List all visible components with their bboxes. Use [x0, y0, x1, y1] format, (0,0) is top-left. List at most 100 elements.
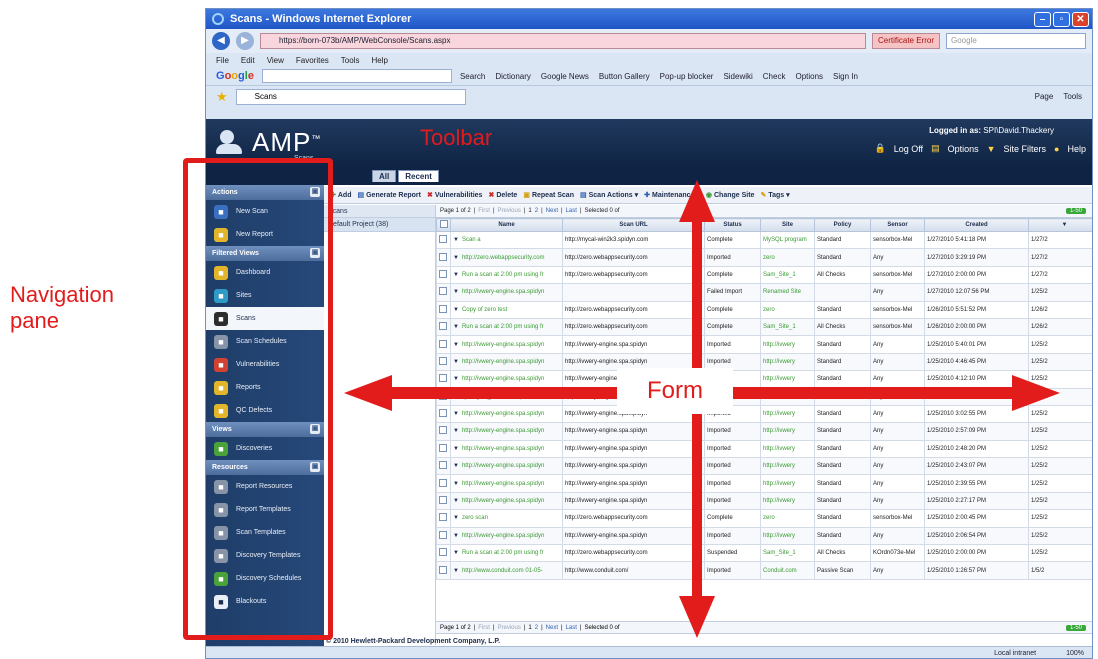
scan-name-link[interactable]: Qa/loguni_>0&#39;&quot;&lt; [462, 394, 540, 400]
table-row[interactable]: ▼ http://ivwery-engine.spa.spidyn http://i… [436, 352, 1092, 372]
row-menu-icon[interactable]: ▼ [453, 463, 459, 469]
pager-page-1[interactable]: 1 [528, 208, 531, 214]
row-checkbox[interactable] [439, 304, 447, 313]
logoff-link[interactable]: Log Off [894, 144, 923, 154]
column-header-name[interactable]: Name [450, 218, 563, 232]
scan-name-link[interactable]: http://ivwery-engine.spa.spidyn [462, 481, 544, 487]
row-checkbox[interactable] [439, 409, 447, 418]
cell-name[interactable]: ▼ http://zero.webappsecurity.com [450, 248, 563, 267]
table-row[interactable]: ▼ http://ivwery-engine.spa.spidyn http://i… [436, 491, 1092, 511]
row-menu-icon[interactable]: ▼ [453, 533, 459, 539]
google-toolbar-button-gallery[interactable]: Button Gallery [599, 72, 650, 81]
close-icon[interactable]: ✕ [1072, 11, 1089, 27]
row-checkbox[interactable] [439, 339, 447, 348]
cell-name[interactable]: ▼ http://ivwery-engine.spa.spidyn [450, 491, 563, 511]
scan-name-link[interactable]: http://ivwery-engine.spa.spidyn [462, 428, 544, 434]
tools-menu[interactable]: Tools [1063, 92, 1082, 101]
google-toolbar-dictionary[interactable]: Dictionary [495, 72, 531, 81]
table-row[interactable]: ▼ http://ivwery-engine.spa.spidyn http://i… [436, 439, 1092, 459]
table-row[interactable]: ▼ http://ivwery-engine.spa.spidyn http://i… [436, 422, 1092, 441]
row-menu-icon[interactable]: ▼ [453, 237, 459, 243]
cell-name[interactable]: ▼ Qa/loguni_>0&#39;&quot;&lt; [450, 387, 563, 406]
table-row[interactable]: ▼ Qa/loguni_>0&#39;&quot;&lt; http://ivwer… [436, 387, 1092, 406]
column-header-policy[interactable]: Policy [814, 218, 871, 232]
menu-favorites[interactable]: Favorites [296, 56, 329, 65]
pager-next[interactable]: Next [546, 625, 558, 631]
table-row[interactable]: ▼ http://ivwery-engine.spa.spidyn http://i… [436, 457, 1092, 476]
table-row[interactable]: ▼ http://ivwery-engine.spa.spidyn http://i… [436, 404, 1092, 424]
row-checkbox[interactable] [439, 461, 447, 470]
row-menu-icon[interactable]: ▼ [453, 307, 459, 313]
column-header-sensor[interactable]: Sensor [870, 218, 925, 232]
maximize-icon[interactable]: ▫ [1053, 11, 1070, 27]
tab-all[interactable]: All [372, 170, 397, 182]
row-checkbox[interactable] [439, 443, 447, 452]
action-add[interactable]: ✚ Add [330, 191, 351, 199]
minimize-icon[interactable]: – [1034, 11, 1051, 27]
row-menu-icon[interactable]: ▼ [453, 498, 459, 504]
scan-name-link[interactable]: zero scan [462, 515, 488, 521]
row-checkbox[interactable] [439, 322, 447, 331]
row-menu-icon[interactable]: ▼ [453, 255, 459, 261]
table-row[interactable]: ▼ http://ivwery-engine.spa.spidyn Failed I… [436, 283, 1092, 302]
scan-name-link[interactable]: http://ivwery-engine.spa.spidyn [462, 463, 544, 469]
table-row[interactable]: ▼ http://ivwery-engine.spa.spidyn http://i… [436, 370, 1092, 389]
cell-name[interactable]: ▼ http://ivwery-engine.spa.spidyn [450, 457, 563, 476]
scan-name-link[interactable]: http://ivwery-engine.spa.spidyn [462, 411, 544, 417]
forward-icon[interactable]: ▶ [236, 32, 254, 50]
google-search-input[interactable] [261, 69, 452, 83]
browser-search-input[interactable]: Google [946, 33, 1086, 49]
select-all-checkbox[interactable] [439, 220, 448, 228]
scan-name-link[interactable]: http://ivwery-engine.spa.spidyn [462, 533, 544, 539]
table-row[interactable]: ▼ http://ivwery-engine.spa.spidyn http://i… [436, 526, 1092, 546]
action-delete[interactable]: ✖ Delete [488, 191, 517, 199]
action-repeat-scan[interactable]: ▣ Repeat Scan [523, 191, 574, 199]
table-row[interactable]: ▼ Run a scan at 2:00 pm using fr http://ze… [436, 317, 1092, 337]
row-menu-icon[interactable]: ▼ [453, 515, 459, 521]
google-toolbar-google-news[interactable]: Google News [541, 72, 589, 81]
scan-name-link[interactable]: Copy of zero test [462, 307, 507, 313]
column-header-sort[interactable]: ▼ [1028, 218, 1092, 232]
scan-name-link[interactable]: http://ivwery-engine.spa.spidyn [462, 342, 544, 348]
scan-name-link[interactable]: http://ivwery-engine.spa.spidyn [462, 359, 544, 365]
scan-name-link[interactable]: http://ivwery-engine.spa.spidyn [462, 498, 544, 504]
table-row[interactable]: ▼ Scan a http://mycal-win2k3.spidyn.com Com… [436, 230, 1092, 250]
action-generate-report[interactable]: ▤ Generate Report [357, 191, 420, 199]
action-tags[interactable]: ✎ Tags ▾ [760, 191, 789, 199]
address-bar[interactable]: https://born-073b/AMP/WebConsole/Scans.a… [260, 33, 866, 49]
row-menu-icon[interactable]: ▼ [453, 272, 459, 278]
table-row[interactable]: ▼ http://zero.webappsecurity.com http://ze… [436, 248, 1092, 267]
row-checkbox[interactable] [439, 391, 447, 400]
google-toolbar-sidewiki[interactable]: Sidewiki [723, 72, 752, 81]
row-menu-icon[interactable]: ▼ [453, 411, 459, 417]
table-row[interactable]: ▼ zero scan http://zero.webappsecurity.com… [436, 509, 1092, 528]
column-header-status[interactable]: Status [704, 218, 761, 232]
scan-name-link[interactable]: http://ivwery-engine.spa.spidyn [462, 289, 544, 295]
row-checkbox[interactable] [439, 269, 447, 278]
pager-page-2[interactable]: 2 [535, 625, 538, 631]
row-menu-icon[interactable]: ▼ [453, 550, 459, 556]
row-checkbox[interactable] [439, 374, 447, 383]
scan-name-link[interactable]: http://zero.webappsecurity.com [462, 255, 545, 261]
pager-previous[interactable]: Previous [498, 208, 521, 214]
certificate-error-button[interactable]: Certificate Error [871, 33, 940, 49]
row-checkbox[interactable] [439, 548, 447, 557]
google-toolbar-search[interactable]: Search [460, 72, 485, 81]
table-row[interactable]: ▼ http://ivwery-engine.spa.spidyn http://i… [436, 335, 1092, 354]
row-menu-icon[interactable]: ▼ [453, 446, 459, 452]
cell-name[interactable]: ▼ http://ivwery-engine.spa.spidyn [450, 335, 563, 354]
pager-first[interactable]: First [478, 625, 490, 631]
favorites-star-icon[interactable]: ★ [216, 89, 228, 105]
action-change-site[interactable]: ◉ Change Site [706, 191, 755, 199]
menu-edit[interactable]: Edit [241, 56, 255, 65]
column-header-site[interactable]: Site [760, 218, 815, 232]
options-link[interactable]: Options [948, 144, 979, 154]
cell-name[interactable]: ▼ http://ivwery-engine.spa.spidyn [450, 370, 563, 389]
table-row[interactable]: ▼ Run a scan at 2:00 pm using fr http://ze… [436, 544, 1092, 563]
row-menu-icon[interactable]: ▼ [453, 428, 459, 434]
pager-previous[interactable]: Previous [498, 625, 521, 631]
cell-name[interactable]: ▼ Scan a [450, 230, 563, 250]
google-toolbar-sign-in[interactable]: Sign In [833, 72, 858, 81]
row-checkbox[interactable] [439, 287, 447, 296]
cell-name[interactable]: ▼ Run a scan at 2:00 pm using fr [450, 544, 563, 563]
